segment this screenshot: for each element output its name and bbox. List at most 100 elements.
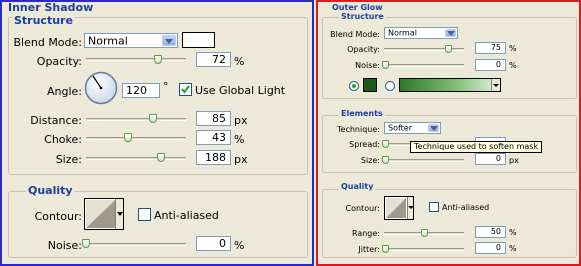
outer-glow-panel: Outer Glow Structure Blend Mode: Normal … bbox=[316, 0, 581, 266]
anti-aliased-checkbox[interactable] bbox=[138, 208, 151, 221]
gradient-dropdown-button[interactable] bbox=[491, 79, 500, 91]
outer-opacity-slider[interactable] bbox=[384, 48, 464, 51]
opacity-slider-thumb[interactable] bbox=[154, 55, 162, 64]
outer-opacity-input[interactable]: 75 bbox=[475, 42, 506, 54]
contour-label: Contour: bbox=[34, 210, 82, 223]
size-slider-thumb[interactable] bbox=[157, 153, 165, 162]
distance-input[interactable]: 85 bbox=[196, 111, 231, 126]
triangle-down-icon bbox=[408, 206, 414, 209]
opacity-slider[interactable] bbox=[86, 58, 186, 61]
shadow-color-swatch[interactable] bbox=[182, 32, 215, 48]
outer-structure-legend: Structure bbox=[339, 12, 386, 21]
jitter-slider-thumb[interactable] bbox=[382, 245, 389, 253]
technique-value: Softer bbox=[388, 123, 412, 133]
choke-slider-thumb[interactable] bbox=[124, 133, 132, 142]
choke-input[interactable]: 43 bbox=[196, 130, 231, 145]
noise-unit: % bbox=[234, 239, 245, 252]
distance-unit: px bbox=[234, 114, 248, 127]
distance-slider-thumb[interactable] bbox=[149, 114, 157, 123]
outer-size-slider[interactable] bbox=[384, 159, 464, 162]
opacity-input[interactable]: 72 bbox=[196, 52, 231, 67]
outer-noise-slider[interactable] bbox=[384, 64, 464, 67]
choke-label: Choke: bbox=[44, 133, 82, 146]
technique-tooltip: Technique used to soften mask bbox=[410, 141, 543, 153]
chevron-down-icon[interactable] bbox=[162, 35, 176, 46]
outer-quality-legend: Quality bbox=[339, 182, 376, 191]
size-label: Size: bbox=[55, 153, 82, 166]
outer-opacity-slider-thumb[interactable] bbox=[445, 45, 452, 53]
choke-slider[interactable] bbox=[86, 137, 186, 140]
technique-select[interactable]: Softer bbox=[384, 122, 441, 134]
outer-noise-input[interactable]: 0 bbox=[475, 59, 506, 71]
contour-picker[interactable] bbox=[84, 198, 124, 230]
anti-aliased-label[interactable]: Anti-aliased bbox=[154, 209, 219, 222]
outer-opacity-unit: % bbox=[509, 44, 517, 53]
use-global-light-checkbox[interactable] bbox=[179, 83, 192, 96]
outer-size-unit: px bbox=[509, 156, 519, 165]
outer-contour-label: Contour: bbox=[345, 204, 381, 213]
size-slider[interactable] bbox=[86, 157, 186, 160]
outer-opacity-label: Opacity: bbox=[347, 45, 380, 54]
outer-blend-mode-value: Normal bbox=[388, 28, 417, 38]
outer-size-slider-thumb[interactable] bbox=[382, 156, 389, 164]
distance-slider[interactable] bbox=[86, 118, 186, 121]
outer-size-label: Size: bbox=[360, 156, 380, 165]
opacity-label: Opacity: bbox=[36, 55, 82, 68]
outer-noise-label: Noise: bbox=[355, 61, 380, 70]
outer-glow-title: Outer Glow bbox=[332, 3, 383, 12]
structure-legend: Structure bbox=[12, 14, 75, 27]
inner-shadow-title: Inner Shadow bbox=[8, 1, 94, 14]
range-label: Range: bbox=[351, 229, 380, 238]
outer-contour-picker[interactable] bbox=[384, 196, 414, 220]
noise-input[interactable]: 0 bbox=[196, 236, 231, 251]
choke-unit: % bbox=[234, 133, 245, 146]
distance-label: Distance: bbox=[30, 114, 82, 127]
contour-dropdown-button[interactable] bbox=[115, 199, 123, 229]
gradient-picker[interactable] bbox=[399, 78, 501, 92]
use-global-light-label[interactable]: Use Global Light bbox=[195, 84, 285, 97]
elements-legend: Elements bbox=[339, 109, 385, 118]
jitter-slider[interactable] bbox=[384, 248, 464, 251]
inner-shadow-panel: Inner Shadow Structure Blend Mode: Norma… bbox=[0, 0, 314, 266]
angle-input[interactable]: 120 bbox=[122, 83, 160, 98]
outer-noise-slider-thumb[interactable] bbox=[382, 61, 389, 69]
outer-anti-aliased-checkbox[interactable] bbox=[429, 202, 439, 212]
triangle-down-icon bbox=[493, 84, 499, 87]
range-input[interactable]: 50 bbox=[475, 226, 506, 238]
gradient-radio[interactable] bbox=[385, 81, 395, 91]
blend-mode-select[interactable]: Normal bbox=[84, 33, 178, 48]
outer-noise-unit: % bbox=[509, 61, 517, 70]
chevron-down-icon[interactable] bbox=[445, 29, 456, 37]
range-unit: % bbox=[509, 228, 517, 237]
angle-label: Angle: bbox=[46, 85, 82, 98]
solid-color-radio[interactable] bbox=[349, 81, 359, 91]
jitter-input[interactable]: 0 bbox=[475, 242, 506, 254]
technique-label: Technique: bbox=[337, 125, 380, 134]
spread-slider-thumb[interactable] bbox=[382, 140, 389, 148]
spread-label: Spread: bbox=[349, 140, 380, 149]
noise-slider[interactable] bbox=[86, 243, 186, 246]
jitter-label: Jitter: bbox=[358, 245, 380, 254]
glow-color-swatch[interactable] bbox=[363, 78, 377, 92]
outer-contour-dropdown-button[interactable] bbox=[407, 197, 414, 219]
outer-blend-mode-select[interactable]: Normal bbox=[384, 27, 458, 39]
angle-dial-icon bbox=[84, 71, 118, 105]
chevron-down-icon[interactable] bbox=[428, 124, 439, 132]
angle-unit: ° bbox=[163, 80, 169, 93]
noise-slider-thumb[interactable] bbox=[82, 239, 90, 248]
outer-anti-aliased-label[interactable]: Anti-aliased bbox=[442, 203, 489, 212]
angle-dial[interactable] bbox=[84, 71, 118, 105]
triangle-down-icon bbox=[117, 212, 123, 216]
radio-dot-icon bbox=[352, 84, 356, 88]
quality-legend: Quality bbox=[26, 184, 75, 197]
range-slider-thumb[interactable] bbox=[421, 229, 428, 237]
jitter-unit: % bbox=[509, 244, 517, 253]
opacity-unit: % bbox=[234, 55, 245, 68]
checkmark-icon bbox=[181, 85, 190, 94]
outer-blend-mode-label: Blend Mode: bbox=[330, 30, 380, 39]
noise-label: Noise: bbox=[47, 239, 82, 252]
size-input[interactable]: 188 bbox=[196, 150, 231, 165]
outer-size-input[interactable]: 0 bbox=[475, 153, 506, 165]
size-unit: px bbox=[234, 153, 248, 166]
blend-mode-label: Blend Mode: bbox=[13, 36, 83, 49]
